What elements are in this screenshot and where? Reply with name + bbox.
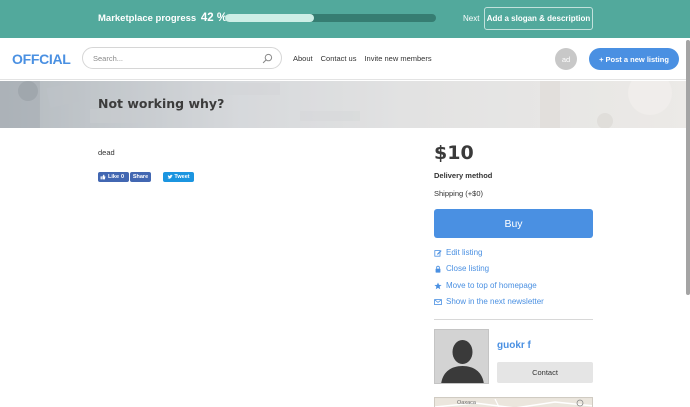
newsletter-link[interactable]: Show in the next newsletter [434, 297, 544, 306]
move-to-top-link[interactable]: Move to top of homepage [434, 281, 537, 290]
marketplace-progress-banner: Marketplace progress 42 % Next Add a slo… [0, 0, 690, 38]
listing-price: $10 [434, 142, 474, 164]
post-listing-button[interactable]: + Post a new listing [589, 48, 679, 70]
nav-contact[interactable]: Contact us [321, 54, 357, 63]
like-count: 0 [121, 174, 125, 180]
buy-button[interactable]: Buy [434, 209, 593, 238]
newsletter-label: Show in the next newsletter [446, 297, 544, 306]
progress-title-text: Marketplace progress [98, 13, 197, 24]
lock-icon [435, 265, 441, 273]
progress-percent: 42 % [200, 12, 228, 24]
nav-invite[interactable]: Invite new members [364, 54, 431, 63]
facebook-like-button[interactable]: Like 0 [98, 172, 129, 182]
search-box [82, 47, 282, 69]
next-link[interactable]: Next [463, 14, 479, 23]
listing-description: dead [98, 148, 115, 157]
progress-track [225, 14, 436, 22]
star-icon [434, 281, 442, 289]
logo[interactable]: OFFCIAL [12, 51, 71, 67]
like-label: Like [108, 174, 120, 180]
close-listing-label: Close listing [446, 264, 490, 273]
author-avatar[interactable] [434, 329, 489, 384]
shipping-option: Shipping (+$0) [434, 189, 483, 198]
add-slogan-button[interactable]: Add a slogan & description [484, 7, 593, 30]
envelope-icon [434, 298, 442, 305]
edit-listing-link[interactable]: Edit listing [434, 248, 482, 257]
listing-hero: Not working why? [0, 81, 690, 128]
user-avatar[interactable]: ad [555, 48, 577, 70]
nav-about[interactable]: About [293, 54, 313, 63]
author-name[interactable]: guokr f [497, 340, 531, 351]
search-icon[interactable] [262, 53, 273, 64]
main-nav: About Contact us Invite new members [293, 54, 432, 63]
section-divider [434, 319, 593, 320]
move-to-top-label: Move to top of homepage [446, 281, 537, 290]
listing-title: Not working why? [98, 96, 225, 111]
edit-icon [434, 249, 442, 257]
progress-title: Marketplace progress 42 % [98, 12, 227, 24]
search-input[interactable] [93, 52, 253, 65]
thumbs-up-icon [100, 174, 106, 180]
map-place-label: Oaxaca [457, 400, 476, 406]
page-scrollbar[interactable] [686, 40, 690, 295]
twitter-bird-icon [167, 174, 174, 179]
topbar: OFFCIAL About Contact us Invite new memb… [0, 38, 690, 80]
close-listing-link[interactable]: Close listing [434, 264, 489, 273]
tweet-label: Tweet [174, 174, 190, 180]
delivery-method-heading: Delivery method [434, 171, 493, 180]
location-map[interactable]: Oaxaca [434, 397, 593, 407]
tweet-button[interactable]: Tweet [163, 172, 194, 182]
edit-listing-label: Edit listing [446, 248, 483, 257]
person-silhouette-icon [435, 330, 488, 383]
facebook-share-button[interactable]: Share [130, 172, 151, 182]
contact-button[interactable]: Contact [497, 362, 593, 383]
progress-fill [225, 14, 314, 22]
listing-page: Marketplace progress 42 % Next Add a slo… [0, 0, 690, 407]
